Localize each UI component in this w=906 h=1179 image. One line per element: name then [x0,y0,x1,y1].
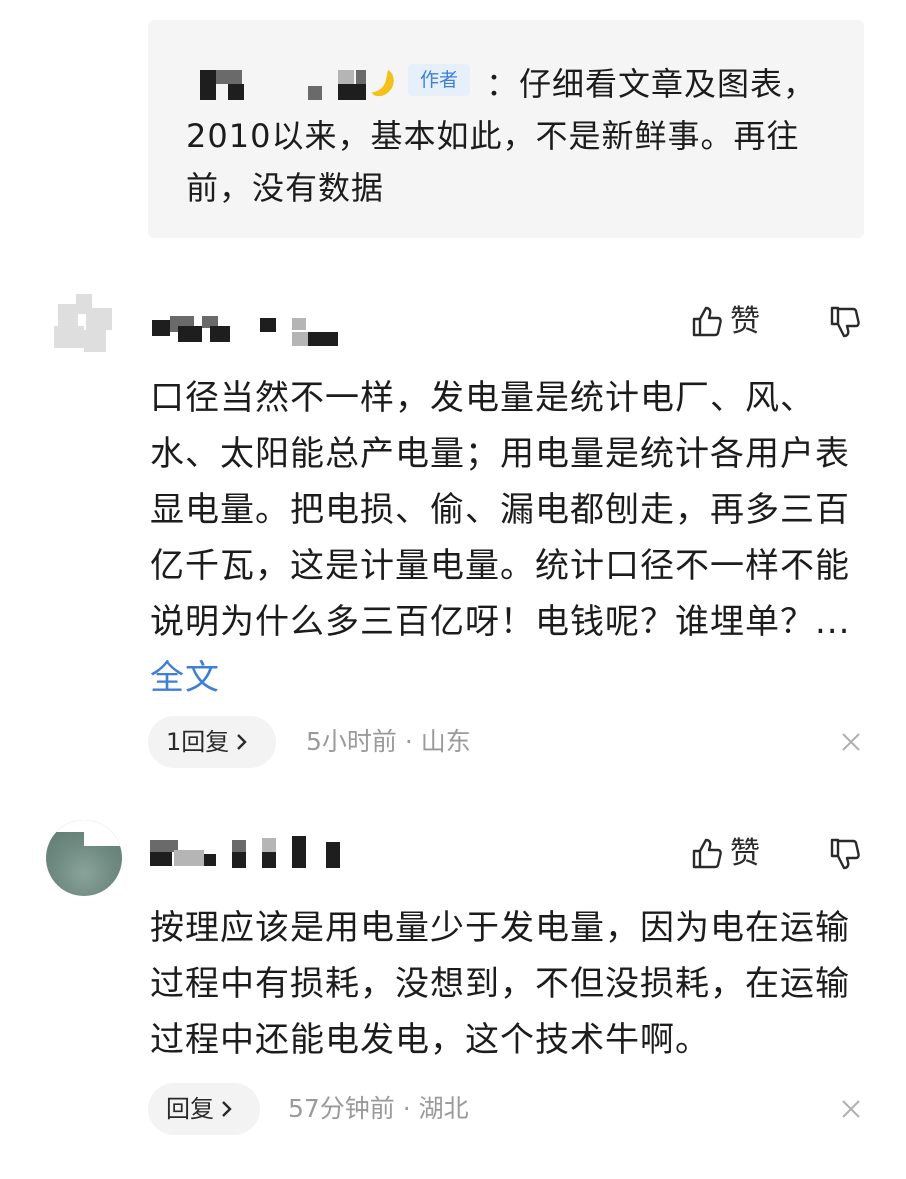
meta-separator: · [404,727,413,756]
comment-text: 口径当然不一样，发电量是统计电厂、风、水、太阳能总产电量；用电量是统计各用户表显… [150,378,851,642]
thumbs-up-icon [692,306,722,337]
comment-body: 按理应该是用电量少于发电量，因为电在运输过程中有损耗，没想到，不但没损耗，在运输… [150,900,870,1068]
meta-separator: · [402,1094,411,1123]
quoted-reply-text: ：仔细看文章及图表，2010以来，基本如此，不是新鲜事。再往前，没有数据 [186,65,817,207]
comment-meta: 57分钟前 · 湖北 [288,1083,469,1135]
reply-label: 回复 [166,1095,214,1123]
reply-button[interactable]: 回复 [148,1083,260,1135]
close-icon[interactable] [840,731,862,753]
location: 湖北 [418,1094,469,1123]
thumbs-down-icon[interactable] [828,304,864,340]
thumbs-down-icon[interactable] [828,836,864,872]
avatar[interactable] [46,820,122,896]
location: 山东 [420,727,471,756]
comment-body: 口径当然不一样，发电量是统计电厂、风、水、太阳能总产电量；用电量是统计各用户表显… [150,370,870,706]
close-icon[interactable] [840,1098,862,1120]
chevron-right-icon [222,1101,232,1117]
thumbs-up-icon [692,838,722,869]
comment-text: 按理应该是用电量少于发电量，因为电在运输过程中有损耗，没想到，不但没损耗，在运输… [150,908,850,1060]
username-redacted[interactable] [150,836,350,876]
comment-meta: 5小时前 · 山东 [306,716,471,768]
expand-full-text-link[interactable]: 全文 [150,658,220,698]
reply-count-label: 1回复 [166,728,230,756]
like-button[interactable]: 赞 [690,302,760,342]
chevron-right-icon [237,734,247,750]
like-button[interactable]: 赞 [690,834,760,874]
avatar[interactable] [46,286,122,362]
username-redacted[interactable] [152,312,342,352]
like-label: 赞 [730,836,760,871]
timestamp: 5小时前 [306,727,397,756]
like-label: 赞 [730,304,760,339]
reply-count-button[interactable]: 1回复 [148,716,276,768]
timestamp: 57分钟前 [288,1094,395,1123]
